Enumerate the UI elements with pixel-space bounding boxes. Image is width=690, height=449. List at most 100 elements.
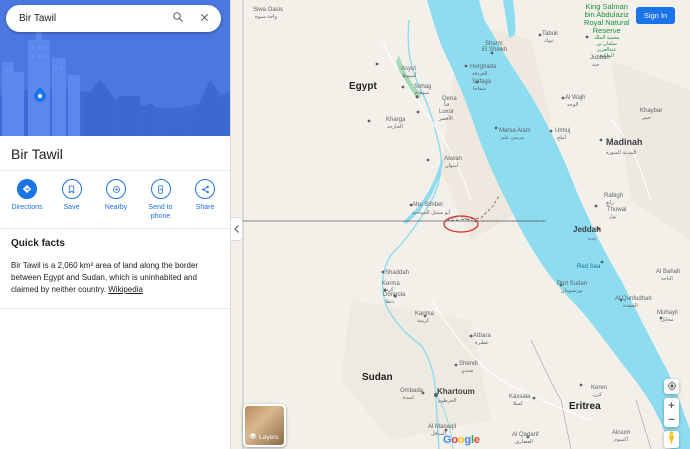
collapse-panel-button[interactable] — [231, 217, 243, 241]
city-label-khartoum[interactable]: Khartoum — [437, 388, 475, 396]
city-label-karima[interactable]: Karima — [415, 311, 434, 318]
share-label: Share — [195, 204, 215, 211]
city-label-rabigh[interactable]: Rabigh — [604, 193, 623, 200]
city-label-siwa[interactable]: Siwa Oasis — [253, 7, 283, 14]
send-to-phone-button[interactable]: Send to phone — [140, 179, 182, 221]
city-label-thuwal[interactable]: Thuwal — [607, 207, 626, 214]
city-label-port-sudan[interactable]: Port Sudan — [557, 281, 587, 288]
city-label-al-wajh-ar: الوجه — [567, 102, 579, 108]
place-actions: Directions Save Nearby Send to phone Sha… — [6, 179, 226, 221]
city-label-kharga[interactable]: Kharga — [386, 117, 405, 124]
city-label-asyut[interactable]: Asyut — [401, 66, 416, 73]
city-label-shendi[interactable]: Shendi — [459, 361, 478, 368]
city-label-jeddah-ar: جدة — [588, 236, 597, 242]
zoom-out-button[interactable]: − — [664, 413, 679, 427]
city-label-al-bahah-ar: الباحة — [661, 276, 673, 282]
city-label-tabuk[interactable]: Tabuk — [542, 31, 558, 38]
city-label-al-qadarif[interactable]: Al Qadarif — [512, 432, 539, 439]
city-label-al-bahah[interactable]: Al Bahah — [656, 269, 680, 276]
street-view-pegman[interactable] — [664, 430, 679, 449]
save-button[interactable]: Save — [51, 179, 93, 221]
share-button[interactable]: Share — [184, 179, 226, 221]
nearby-label: Nearby — [104, 204, 128, 211]
divider — [0, 308, 230, 309]
city-label-shendi-ar: شندي — [461, 368, 474, 374]
city-label-marsa-alam[interactable]: Marsa Alam — [499, 128, 531, 135]
city-label-al-qunfudhah[interactable]: Al Qunfudhah — [615, 296, 652, 303]
divider — [0, 170, 230, 171]
search-input[interactable] — [6, 13, 165, 24]
search-icon — [172, 10, 184, 28]
city-label-umluj[interactable]: Umluj — [555, 128, 570, 135]
city-label-khaybar[interactable]: Khaybar — [640, 108, 662, 115]
city-label-marsa-alam-ar: مرسى علم — [501, 135, 525, 141]
maps-app: Egypt Sudan Eritrea Red Sea King Salman … — [0, 0, 690, 449]
city-label-abu-simbel-ar: أبو سمبل السياحية — [412, 210, 451, 216]
city-label-jubbah-ar: جبة — [592, 62, 600, 68]
city-label-sohag-ar: سوهاج — [415, 90, 430, 96]
sign-in-button[interactable]: Sign In — [636, 7, 675, 24]
city-label-kassala-ar: كسلا — [513, 401, 523, 407]
wikipedia-link[interactable]: Wikipedia — [108, 285, 143, 294]
city-label-muhayil[interactable]: Muhayil — [657, 310, 678, 317]
zoom-controls: + − — [664, 398, 679, 427]
city-label-kassala[interactable]: Kassala — [509, 394, 530, 401]
city-label-jubbah[interactable]: Jubbah — [590, 55, 610, 62]
quick-facts-heading: Quick facts — [11, 238, 65, 249]
city-label-keren-ar: كرن — [593, 392, 602, 398]
city-label-al-qunfudhah-ar: القنفذة — [623, 303, 638, 309]
place-panel: Bir Tawil Directions Save Nearby — [0, 0, 231, 449]
city-label-aksum[interactable]: Aksum — [612, 430, 630, 437]
logo-letter: e — [473, 434, 480, 446]
share-icon — [195, 179, 215, 199]
city-label-hurghada-ar: الغردقة — [472, 71, 488, 77]
layers-label-wrap: Layers — [249, 432, 279, 442]
pegman-icon — [667, 430, 676, 449]
chevron-left-icon — [233, 220, 240, 238]
city-label-qena-ar: قنا — [444, 102, 450, 108]
city-label-kharga-ar: الخارجة — [387, 124, 403, 130]
send-to-phone-label: Send to phone — [148, 204, 173, 220]
clear-search-button[interactable] — [191, 5, 217, 32]
city-label-thuwal-ar: ثول — [609, 214, 617, 220]
close-icon — [199, 10, 210, 28]
google-logo: Google — [443, 434, 480, 446]
search-button[interactable] — [165, 5, 191, 32]
quick-facts-text: Bir Tawil is a 2,060 km² area of land al… — [11, 261, 199, 294]
my-location-icon — [666, 378, 677, 396]
map-graphics — [231, 0, 690, 449]
city-label-jeddah[interactable]: Jeddah — [573, 226, 601, 234]
search-box[interactable] — [6, 5, 221, 32]
city-label-ombada[interactable]: Ombada — [400, 388, 423, 395]
city-label-aswan[interactable]: Aswan — [444, 156, 462, 163]
city-label-khaybar-ar: خيبر — [642, 115, 651, 121]
city-label-aswan-ar: أسوان — [445, 163, 459, 169]
city-label-luxor[interactable]: Luxor — [439, 109, 454, 116]
zoom-in-button[interactable]: + — [664, 399, 679, 413]
my-location-button[interactable] — [664, 379, 679, 394]
city-label-madinah[interactable]: Madinah — [606, 138, 643, 147]
city-label-muhayil-ar: محايل — [661, 317, 674, 323]
nearby-icon — [106, 179, 126, 199]
city-label-abu-simbel[interactable]: Abu Simbel — [412, 202, 443, 209]
layers-button[interactable]: Layers — [243, 404, 286, 447]
divider — [0, 228, 230, 229]
city-label-al-manaqil[interactable]: Al Manaqil — [428, 424, 456, 431]
reserve-line: Reserve — [592, 26, 621, 35]
city-label-al-wajh[interactable]: Al Wajh — [565, 95, 585, 102]
city-label-karima-ar: كريمة — [417, 318, 430, 324]
city-label-aksum-ar: أكسوم — [614, 437, 628, 443]
nearby-button[interactable]: Nearby — [95, 179, 137, 221]
city-label-safaga-ar: سفاجا — [473, 86, 486, 92]
city-label-keren[interactable]: Keren — [591, 385, 607, 392]
directions-button[interactable]: Directions — [6, 179, 48, 221]
country-label-sudan: Sudan — [362, 372, 393, 383]
map-canvas[interactable]: Egypt Sudan Eritrea Red Sea King Salman … — [231, 0, 690, 449]
city-label-khartoum-ar: الخرطوم — [438, 398, 457, 404]
city-label-hurghada[interactable]: Hurghada — [470, 64, 496, 71]
city-label-dongola[interactable]: Dongola — [383, 292, 405, 299]
city-label-atbara[interactable]: Atbara — [473, 333, 491, 340]
city-label-shaddah[interactable]: Shaddah — [385, 270, 409, 277]
city-label-safaga[interactable]: Safaga — [472, 79, 491, 86]
city-label-tabuk-ar: تبوك — [544, 38, 554, 44]
